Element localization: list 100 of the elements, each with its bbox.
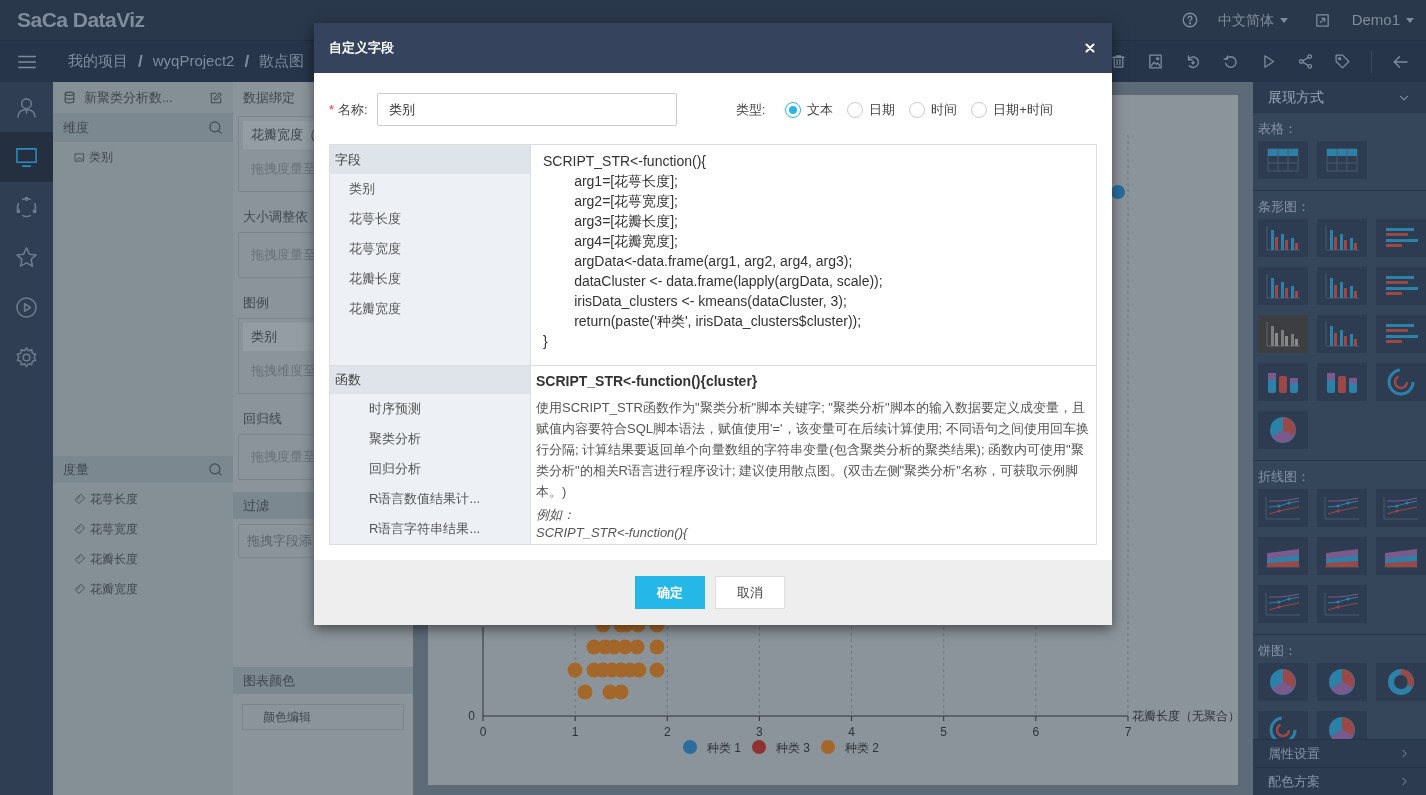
breadcrumb-link[interactable]: 散点图 [259, 50, 305, 73]
chart-type-button[interactable] [1376, 315, 1426, 353]
chart-type-button[interactable] [1258, 585, 1308, 623]
chart-type-button[interactable] [1258, 411, 1308, 449]
list-header: 字段 [335, 150, 361, 169]
function-list-item[interactable]: 聚类分析 [330, 423, 530, 454]
measure-item[interactable]: 花瓣宽度 [53, 574, 233, 604]
field-label: 名称: [338, 100, 368, 119]
function-list-item[interactable]: R语言字符串结果... [330, 513, 530, 544]
chart-type-button[interactable] [1317, 537, 1367, 575]
ruler-icon [74, 553, 86, 565]
image-icon[interactable] [1147, 53, 1164, 70]
color-edit-button[interactable]: 颜色编辑 [242, 704, 404, 730]
measure-item[interactable]: 花瓣长度 [53, 544, 233, 574]
chart-type-button[interactable] [1376, 663, 1426, 701]
chart-type-button[interactable] [1317, 585, 1367, 623]
data-point [629, 639, 645, 655]
close-icon[interactable] [1083, 41, 1097, 55]
chart-type-button[interactable] [1376, 219, 1426, 257]
script-editor[interactable]: SCRIPT_STR<-function(){ arg1=[花萼长度]; arg2=[花萼宽度]; arg3=[花瓣长度]; arg4=[花瓣宽度]; argData<-data.frame(arg1, arg2, arg4, arg3); dataCluster <- data.frame(lapply(argData, scale)); irisData_clusters <- kmeans(dataCluster, 3); return(paste('种类', irisData_clusters$cluster)); } [530, 145, 1096, 365]
legend-label[interactable]: 种类 1 [707, 741, 741, 755]
field-list-item[interactable]: 花瓣宽度 [330, 294, 530, 324]
chart-type-button[interactable] [1317, 315, 1367, 353]
type-radio[interactable]: 日期+时间 [971, 99, 1053, 120]
type-radio[interactable]: 日期 [847, 99, 896, 120]
chart-type-button[interactable] [1317, 489, 1367, 527]
function-list-item[interactable]: 时序预测 [330, 393, 530, 424]
field-list-item[interactable]: 花瓣长度 [330, 264, 530, 294]
confirm-button[interactable]: 确定 [635, 576, 705, 609]
database-icon [63, 91, 76, 104]
chart-type-button[interactable] [1317, 267, 1367, 305]
chart-type-button[interactable] [1258, 663, 1308, 701]
tick-label: 6 [1032, 725, 1040, 739]
ruler-icon [74, 583, 86, 595]
chart-type-button[interactable] [1258, 315, 1308, 353]
required-mark: * [329, 100, 335, 119]
dimension-item[interactable]: 类别 [53, 142, 233, 172]
group-label: 回归线 [243, 409, 282, 428]
star-icon [15, 245, 38, 269]
data-point [1111, 185, 1125, 199]
tag-icon[interactable] [1334, 53, 1351, 70]
legend-label[interactable]: 种类 3 [776, 741, 810, 755]
field-list-item[interactable]: 类别 [330, 174, 530, 204]
tick-label: 3 [756, 725, 763, 739]
chart-type-button[interactable] [1258, 141, 1308, 179]
type-radio[interactable]: 时间 [909, 99, 958, 120]
dataset-title: 新聚类分析数... [84, 88, 173, 107]
caret-icon [1406, 17, 1414, 23]
chart-type-button[interactable] [1317, 141, 1367, 179]
field-list-item[interactable]: 花萼长度 [330, 204, 530, 234]
app-logo: SaCa DataViz [17, 7, 145, 34]
nav-item[interactable] [0, 132, 53, 182]
legend-label[interactable]: 种类 2 [845, 741, 879, 755]
legend-dot[interactable] [821, 740, 835, 754]
legend-dot[interactable] [683, 740, 697, 754]
chart-type-button[interactable] [1317, 219, 1367, 257]
dialog-title: 自定义字段 [329, 39, 394, 58]
section-label: 表格： [1258, 119, 1297, 138]
trash-icon[interactable] [1110, 53, 1127, 70]
chart-type-button[interactable] [1376, 489, 1426, 527]
undo-icon[interactable] [1222, 52, 1240, 71]
tick-label: 1 [571, 725, 579, 739]
function-list-item[interactable]: 回归分析 [330, 453, 530, 484]
cancel-button[interactable]: 取消 [715, 576, 785, 609]
field-list-item[interactable]: 花萼宽度 [330, 234, 530, 264]
ruler-icon [74, 493, 86, 505]
measure-item[interactable]: 花萼宽度 [53, 514, 233, 544]
function-list-item[interactable]: R语言数值结果计... [330, 483, 530, 514]
chart-type-button[interactable] [1258, 219, 1308, 257]
breadcrumb-link[interactable]: 我的项目 [68, 50, 128, 73]
chart-type-button[interactable] [1258, 489, 1308, 527]
chart-type-button[interactable] [1317, 711, 1367, 739]
tick-label: 0 [468, 709, 475, 723]
measure-item[interactable]: 花萼长度 [53, 484, 233, 514]
chart-type-button[interactable] [1317, 663, 1367, 701]
data-point [613, 684, 629, 700]
panel-section-header[interactable]: 属性设置 [1253, 739, 1426, 767]
share-icon[interactable] [1297, 53, 1314, 70]
search-icon[interactable] [208, 120, 223, 135]
chart-type-button[interactable] [1376, 267, 1426, 305]
name-input[interactable]: 类别 [376, 93, 677, 126]
fullscreen-icon[interactable] [1313, 11, 1331, 29]
panel-section-header[interactable]: 配色方案 [1253, 767, 1426, 795]
breadcrumb-link[interactable]: wyqProject2 [152, 50, 235, 73]
legend-dot[interactable] [752, 740, 766, 754]
search-icon[interactable] [208, 462, 223, 477]
chart-type-button[interactable] [1258, 363, 1308, 401]
language-dropdown[interactable]: 中文简体 [1217, 9, 1288, 31]
type-radio[interactable]: 文本 [785, 99, 834, 120]
chart-type-button[interactable] [1376, 363, 1426, 401]
chart-type-button[interactable] [1376, 537, 1426, 575]
edit-icon[interactable] [209, 90, 223, 105]
chart-type-button[interactable] [1258, 711, 1308, 739]
user-menu[interactable]: Demo1 [1351, 8, 1414, 32]
help-icon[interactable] [1180, 11, 1199, 29]
chart-type-button[interactable] [1258, 267, 1308, 305]
tick-label: 4 [848, 725, 855, 739]
chart-type-button[interactable] [1317, 363, 1367, 401]
chart-type-button[interactable] [1258, 537, 1308, 575]
breadcrumb-separator: / [244, 50, 250, 73]
